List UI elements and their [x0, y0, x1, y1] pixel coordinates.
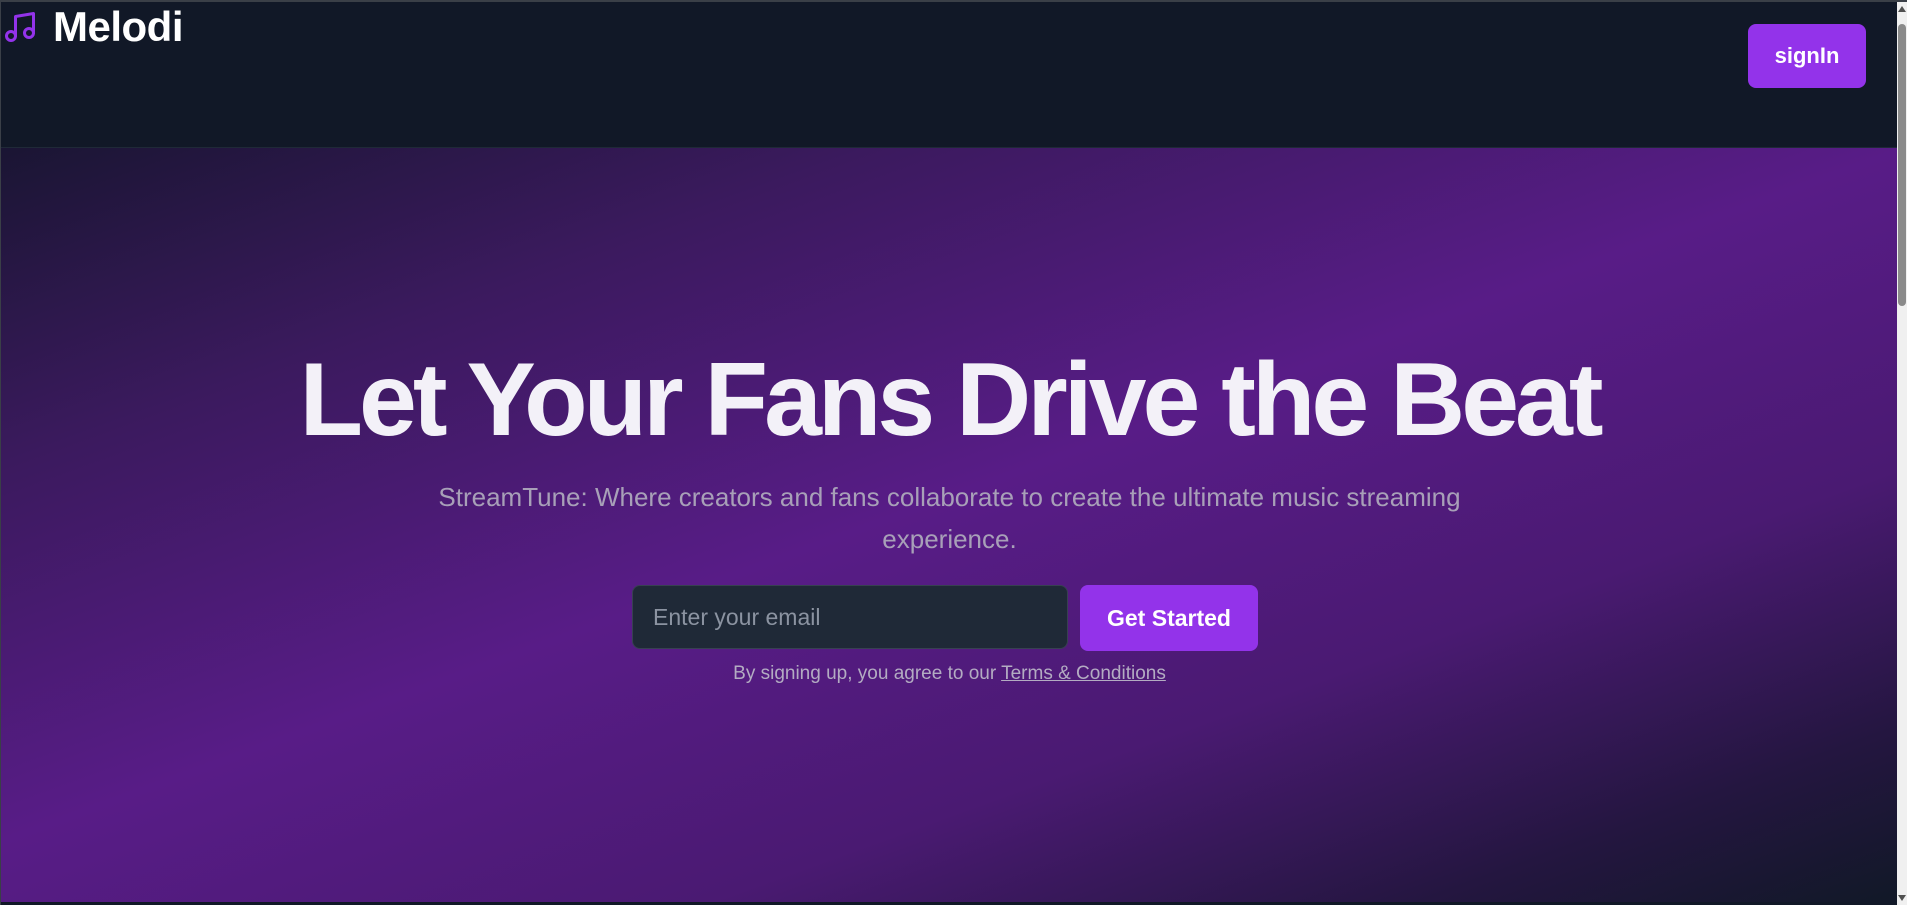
hero-subtitle: StreamTune: Where creators and fans coll… — [438, 482, 1461, 554]
signup-form: Get Started — [632, 585, 1258, 651]
get-started-button[interactable]: Get Started — [1080, 585, 1258, 651]
hero-headline: Let Your Fans Drive the Beat — [299, 342, 1603, 458]
terms-notice: By signing up, you agree to our Terms & … — [1, 663, 1898, 685]
music-note-icon — [1, 8, 39, 46]
scroll-down-icon[interactable] — [1898, 895, 1906, 901]
browser-viewport: Melodi signIn Let Your Fans Drive the Be… — [0, 0, 1907, 905]
hero-section: Let Your Fans Drive the Beat StreamTune:… — [1, 148, 1898, 902]
email-input[interactable] — [632, 585, 1068, 649]
vertical-scrollbar[interactable] — [1897, 2, 1907, 905]
brand-name: Melodi — [53, 3, 184, 50]
terms-text: By signing up, you agree to our — [733, 663, 1002, 684]
terms-link[interactable]: Terms & Conditions — [1001, 663, 1166, 684]
signin-button[interactable]: signIn — [1748, 24, 1866, 88]
brand[interactable]: Melodi — [1, 3, 184, 50]
top-header: Melodi signIn — [1, 2, 1898, 148]
scrollbar-thumb[interactable] — [1898, 24, 1906, 306]
scroll-up-icon[interactable] — [1898, 6, 1906, 12]
